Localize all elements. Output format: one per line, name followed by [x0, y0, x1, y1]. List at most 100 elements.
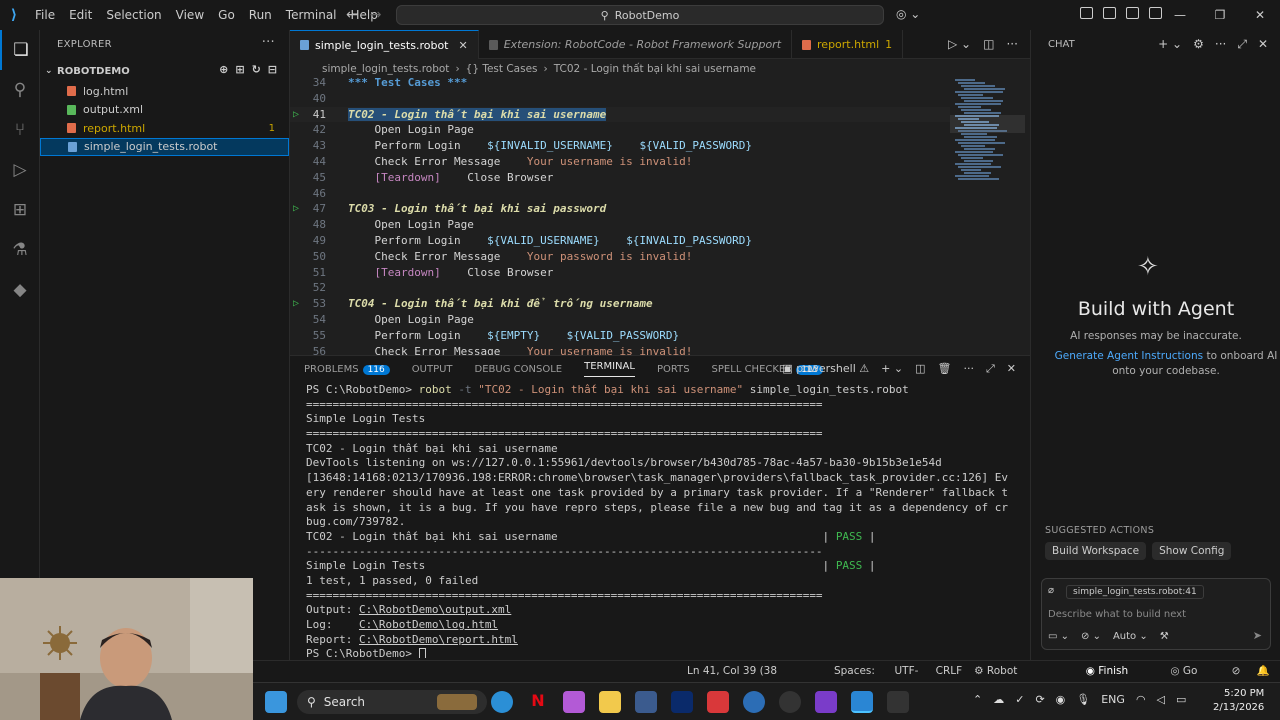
search-icon[interactable]: ⚲ — [0, 70, 40, 110]
split-terminal-icon[interactable]: ◫ — [915, 362, 925, 376]
explorer-icon[interactable]: ❏ — [0, 30, 40, 70]
forward-arrow-icon[interactable]: → — [370, 0, 382, 30]
send-icon[interactable]: ➤ — [1253, 629, 1262, 642]
new-terminal-icon[interactable]: + ⌄ — [881, 362, 903, 376]
new-chat-icon[interactable]: + ⌄ — [1158, 37, 1182, 52]
volume-icon[interactable]: ◁ — [1157, 693, 1165, 706]
panel-tab-problems[interactable]: PROBLEMS 116 — [304, 364, 390, 375]
editor-tab[interactable]: simple_login_tests.robot ✕ — [290, 30, 479, 59]
toggle-panel-icon[interactable] — [1126, 7, 1139, 19]
more-actions-icon[interactable]: ··· — [1006, 37, 1017, 51]
dev-home-icon[interactable] — [635, 691, 657, 713]
model-picker[interactable]: Auto ⌄ — [1113, 631, 1148, 642]
battery-icon[interactable]: ▭ — [1176, 693, 1186, 706]
more-actions-icon[interactable]: ··· — [1215, 37, 1226, 52]
close-icon[interactable]: ✕ — [1240, 0, 1280, 30]
file-explorer-icon[interactable] — [599, 691, 621, 713]
tools-icon[interactable]: ⚒ — [1160, 631, 1169, 642]
wps-icon[interactable] — [707, 691, 729, 713]
menu-item-run[interactable]: Run — [242, 0, 279, 30]
new-file-icon[interactable]: ⊕ — [219, 63, 228, 76]
close-panel-icon[interactable]: ✕ — [1007, 362, 1016, 376]
context-chip[interactable]: simple_login_tests.robot:41 — [1066, 585, 1204, 599]
run-debug-icon[interactable]: ▷ — [0, 150, 40, 190]
clock[interactable]: 5:20 PM 2/13/2026 — [1213, 687, 1264, 715]
attach-icon[interactable]: ⌀ — [1048, 585, 1054, 596]
file-item[interactable]: simple_login_tests.robot — [40, 137, 289, 156]
trash-icon[interactable]: 🗑 — [938, 362, 952, 376]
toggle-sidebar-icon[interactable] — [1103, 7, 1116, 19]
collapse-all-icon[interactable]: ⊟ — [268, 63, 277, 76]
more-actions-icon[interactable]: ··· — [963, 362, 974, 376]
split-editor-icon[interactable]: ◫ — [983, 37, 994, 51]
close-icon[interactable]: ✕ — [1258, 37, 1268, 52]
cmd-icon[interactable] — [887, 691, 909, 713]
cloud-icon[interactable]: ☁ — [993, 693, 1004, 706]
chat-app-icon[interactable] — [743, 691, 765, 713]
location-icon[interactable]: ◉ — [1056, 693, 1066, 706]
copilot-icon[interactable]: ◎ ⌄ — [896, 7, 920, 21]
menu-item-edit[interactable]: Edit — [62, 0, 99, 30]
panel-tab-debug-console[interactable]: DEBUG CONSOLE — [475, 364, 563, 375]
chrome-icon[interactable] — [779, 691, 801, 713]
close-tab-icon[interactable]: ✕ — [459, 39, 468, 52]
robot-icon[interactable]: ◆ — [0, 270, 40, 310]
more-actions-icon[interactable]: ··· — [262, 35, 275, 50]
breadcrumb-file[interactable]: simple_login_tests.robot — [322, 63, 449, 75]
editor-tab[interactable]: Extension: RobotCode - Robot Framework S… — [479, 30, 793, 59]
menu-item-go[interactable]: Go — [211, 0, 242, 30]
show-config-button[interactable]: Show Config — [1152, 542, 1232, 560]
back-arrow-icon[interactable]: ← — [346, 0, 358, 30]
run-icon[interactable]: ▷ ⌄ — [948, 37, 971, 51]
terminal-shell-label[interactable]: ▣ powershell ⚠ — [782, 362, 869, 376]
settings-gear-icon[interactable]: ⚙ — [1193, 37, 1204, 52]
sync-icon[interactable]: ⟳ — [1035, 693, 1044, 706]
maximize-icon[interactable]: ⤢ — [1237, 37, 1247, 52]
vscode-app-icon[interactable] — [851, 691, 873, 713]
run-test-icon[interactable]: ▷ — [293, 296, 299, 312]
minimap-slider[interactable] — [950, 115, 1025, 133]
testing-icon[interactable]: ⚗ — [0, 230, 40, 270]
panel-tab-output[interactable]: OUTPUT — [412, 364, 453, 375]
breadcrumb-item[interactable]: TC02 - Login thất bại khi sai username — [554, 63, 756, 75]
run-test-icon[interactable]: ▷ — [293, 201, 299, 217]
editor-tab[interactable]: report.html 1 — [792, 30, 904, 59]
workspace-folder[interactable]: ⌄ ROBOTDEMO ⊕ ⊞ ↻ ⊟ — [40, 60, 289, 82]
minimize-icon[interactable]: — — [1160, 0, 1200, 30]
restore-icon[interactable]: ❐ — [1200, 0, 1240, 30]
run-test-icon[interactable]: ▷ — [293, 107, 299, 123]
netflix-icon[interactable]: N — [527, 691, 549, 713]
windows-start-icon[interactable] — [265, 691, 287, 713]
chat-mode-icon[interactable]: ▭ ⌄ — [1048, 631, 1069, 642]
panel-tab-ports[interactable]: PORTS — [657, 364, 690, 375]
code-editor[interactable]: 34 *** Test Cases *** 40 41 ▷ TC02 - Login th… — [290, 75, 950, 355]
breadcrumb-section[interactable]: {} Test Cases — [466, 63, 538, 75]
file-item[interactable]: log.html — [40, 82, 289, 101]
edge-icon[interactable] — [491, 691, 513, 713]
generate-instructions-link[interactable]: Generate Agent Instructions — [1055, 350, 1203, 362]
terminal-output[interactable]: PS C:\RobotDemo> robot -t "TC02 - Login … — [306, 383, 1016, 658]
menu-item-file[interactable]: File — [28, 0, 62, 30]
maximize-panel-icon[interactable]: ⤢ — [986, 362, 995, 376]
menu-item-selection[interactable]: Selection — [99, 0, 168, 30]
minimap[interactable] — [950, 75, 1030, 355]
taskbar-search[interactable]: ⚲ Search — [297, 690, 487, 714]
refresh-icon[interactable]: ↻ — [252, 63, 261, 76]
antivirus-icon[interactable]: ✓ — [1015, 693, 1024, 706]
language-indicator[interactable]: ENG — [1101, 693, 1125, 706]
visual-studio-icon[interactable] — [815, 691, 837, 713]
menu-item-view[interactable]: View — [169, 0, 211, 30]
microphone-icon[interactable]: 🎙 — [1076, 693, 1090, 706]
notifications-icon[interactable]: 🔔 — [1257, 664, 1270, 677]
file-item[interactable]: output.xml — [40, 101, 289, 120]
extensions-icon[interactable]: ⊞ — [0, 190, 40, 230]
command-center-search[interactable]: ⚲ RobotDemo — [396, 5, 884, 25]
file-item[interactable]: report.html 1 — [40, 119, 289, 138]
agent-mode-icon[interactable]: ⊘ ⌄ — [1081, 631, 1101, 642]
copilot-app-icon[interactable] — [563, 691, 585, 713]
chat-input[interactable]: ⌀ simple_login_tests.robot:41 Describe w… — [1041, 578, 1271, 650]
terminal-app-icon[interactable] — [671, 691, 693, 713]
menu-item-terminal[interactable]: Terminal — [279, 0, 344, 30]
build-workspace-button[interactable]: Build Workspace — [1045, 542, 1147, 560]
chevron-up-icon[interactable]: ⌃ — [973, 693, 982, 706]
